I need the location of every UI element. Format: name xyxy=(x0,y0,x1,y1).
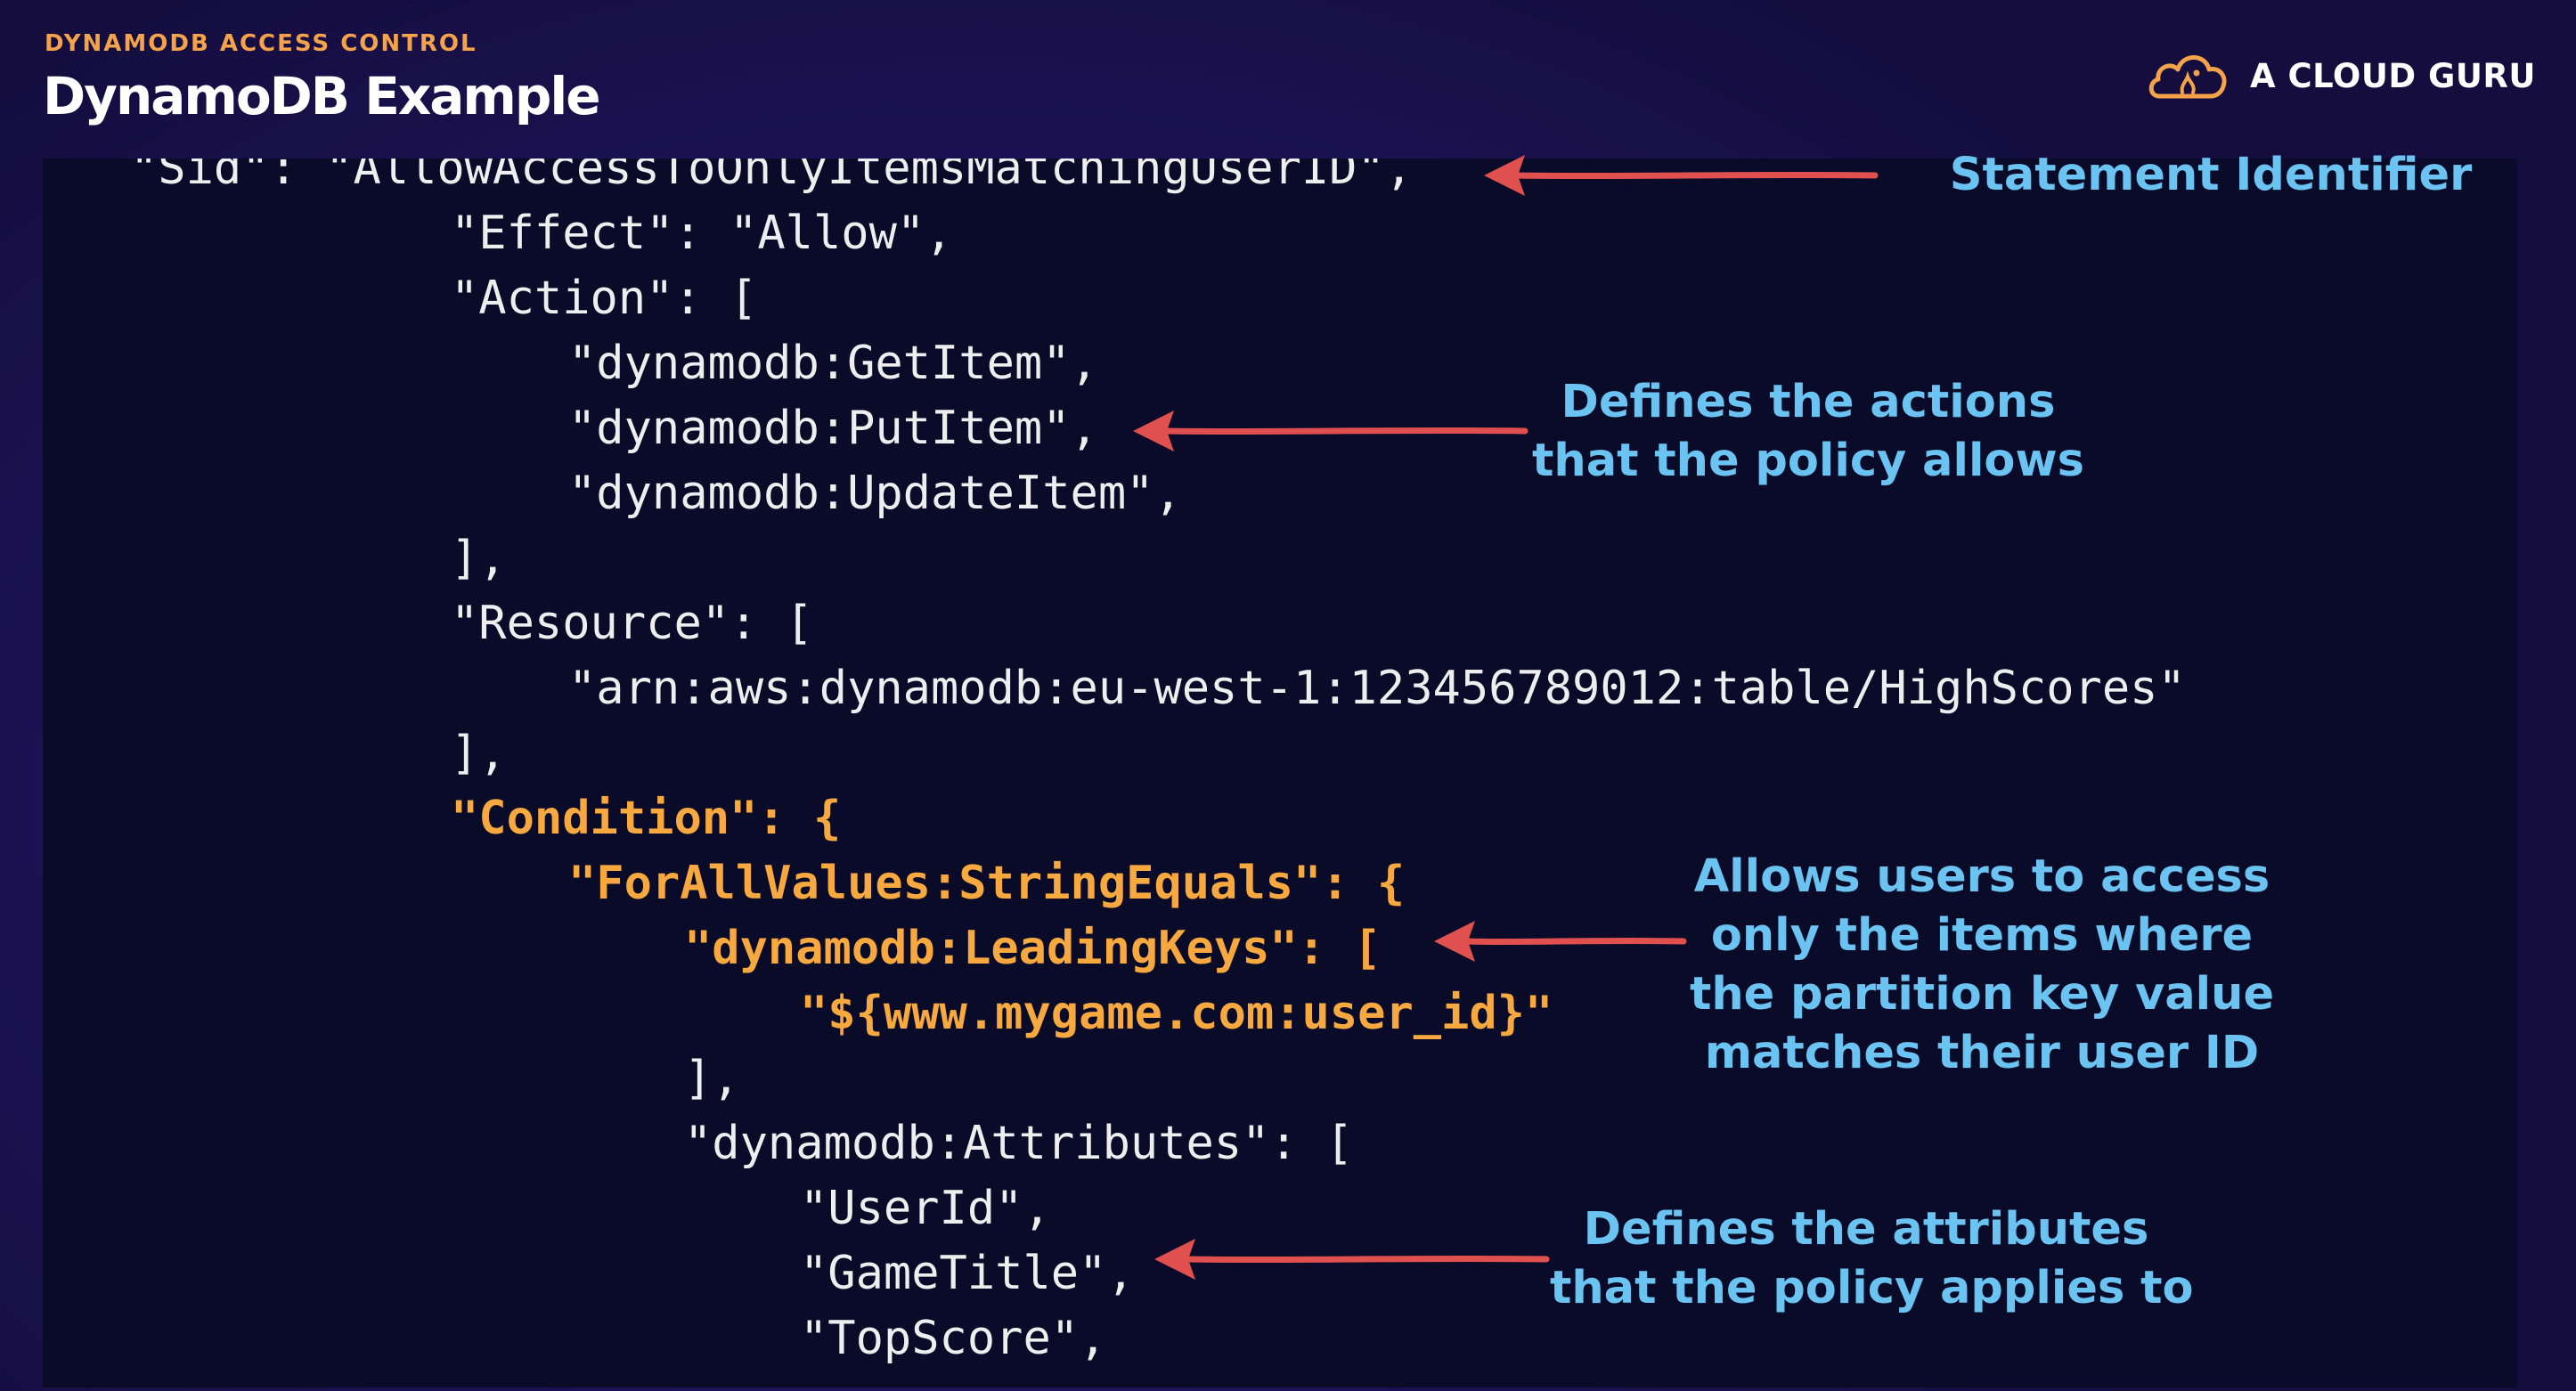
annotation-line: Defines the actions xyxy=(1561,376,2056,428)
code-line-resource: "Resource": [ xyxy=(451,597,813,650)
code-line-leadingkeys: "dynamodb:LeadingKeys": [ xyxy=(684,922,1382,975)
brand-logo: A CLOUD GURU xyxy=(2147,46,2536,105)
annotation-line: only the items where xyxy=(1710,909,2254,962)
code-line-resource-close: ], xyxy=(451,727,507,780)
code-line-action-close: ], xyxy=(451,532,507,585)
code-line-leadingkeys-close: ], xyxy=(684,1052,740,1105)
code-line-condition: "Condition": { xyxy=(451,792,842,845)
annotation-line: that the policy applies to xyxy=(1550,1262,2194,1314)
section-eyebrow: DYNAMODB ACCESS CONTROL xyxy=(45,30,477,57)
annotation-line: that the policy allows xyxy=(1532,435,2084,487)
annotation-line: Allows users to access xyxy=(1693,850,2270,903)
annotation-line: matches their user ID xyxy=(1704,1027,2260,1079)
code-line-effect: "Effect": "Allow", xyxy=(451,207,953,260)
code-line-getitem: "dynamodb:GetItem", xyxy=(568,337,1098,390)
code-line-topscore: "TopScore", xyxy=(800,1312,1107,1365)
code-line-putitem: "dynamodb:PutItem", xyxy=(568,402,1098,455)
code-line-gametitle: "GameTitle", xyxy=(800,1247,1135,1300)
annotation-line: the partition key value xyxy=(1689,968,2275,1021)
code-line-updateitem: "dynamodb:UpdateItem", xyxy=(568,467,1182,520)
annotation-line: Statement Identifier xyxy=(1949,149,2473,201)
code-line-userid: "UserId", xyxy=(800,1182,1051,1235)
code-line-attributes: "dynamodb:Attributes": [ xyxy=(684,1117,1354,1170)
annotation-line: Defines the attributes xyxy=(1583,1203,2149,1256)
code-line-resource-arn: "arn:aws:dynamodb:eu-west-1:123456789012… xyxy=(568,662,2186,715)
annotation-actions: Defines the actions that the policy allo… xyxy=(1496,373,2120,491)
brand-name: A CLOUD GURU xyxy=(2250,56,2536,95)
cloud-logo-icon xyxy=(2148,55,2227,99)
annotation-attributes: Defines the attributes that the policy a… xyxy=(1550,1200,2194,1318)
slide-title: DynamoDB Example xyxy=(43,66,601,126)
annotation-leading-keys: Allows users to access only the items wh… xyxy=(1666,848,2298,1083)
annotation-statement-identifier: Statement Identifier xyxy=(1881,146,2540,205)
code-line-user-id-variable: "${www.mygame.com:user_id}" xyxy=(800,987,1553,1040)
code-line-forallvalues: "ForAllValues:StringEquals": { xyxy=(568,857,1406,910)
code-line-sid: "Sid": "AllowAccessToOnlyItemsMatchingUs… xyxy=(130,159,1414,195)
code-line-action: "Action": [ xyxy=(451,272,758,325)
